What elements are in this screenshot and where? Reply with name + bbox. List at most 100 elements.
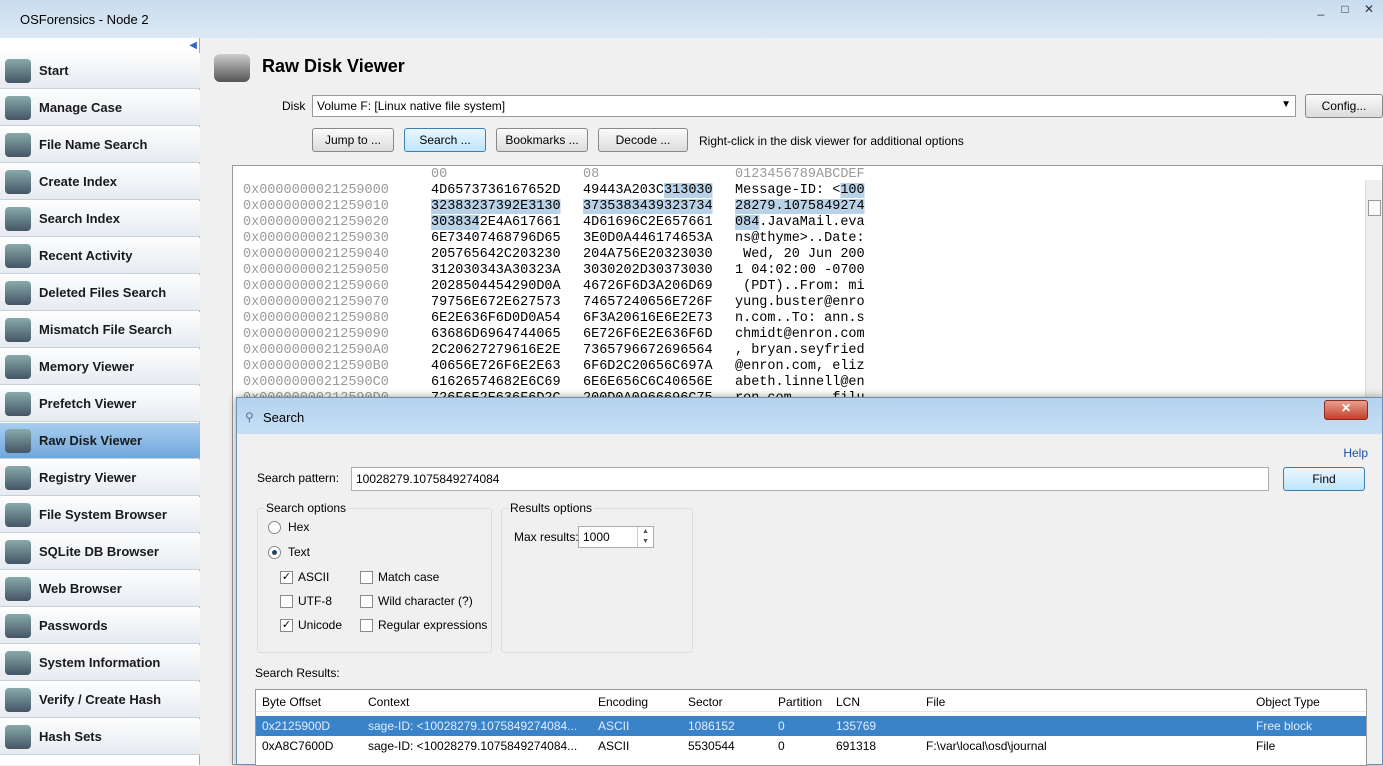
table-cell: F:\var\local\osd\journal xyxy=(926,739,1047,753)
hex-address: 0x0000000021259080 xyxy=(243,311,389,326)
column-header[interactable]: Sector xyxy=(688,695,723,709)
config-button[interactable]: Config... xyxy=(1305,94,1383,118)
wild-character-checkbox[interactable] xyxy=(360,595,373,608)
column-header[interactable]: Context xyxy=(368,695,409,709)
hash-sets-icon xyxy=(5,724,31,749)
search-pattern-input[interactable]: 10028279.1075849274084 xyxy=(351,467,1269,491)
sidebar-item-verify-create-hash[interactable]: Verify / Create Hash xyxy=(0,682,200,718)
hex-text: abeth.linnell@en xyxy=(735,375,865,390)
unicode-checkbox[interactable]: ✓ xyxy=(280,619,293,632)
sidebar-item-registry-viewer[interactable]: Registry Viewer xyxy=(0,460,200,496)
results-options-group: Results options Max results: 1000 ▲ ▼ xyxy=(501,501,693,653)
column-header[interactable]: File xyxy=(926,695,945,709)
recent-activity-icon xyxy=(5,243,31,268)
maximize-button[interactable]: □ xyxy=(1335,2,1355,20)
table-row[interactable]: 0xA8C7600D sage-ID: <10028279.10758492740… xyxy=(256,736,1366,756)
table-cell: ASCII xyxy=(598,739,630,753)
match-case-label: Match case xyxy=(378,570,440,584)
decode-button[interactable]: Decode ... xyxy=(598,128,688,152)
sidebar-item-label: File System Browser xyxy=(39,507,167,522)
search-button[interactable]: Search ... xyxy=(404,128,486,152)
column-header[interactable]: LCN xyxy=(836,695,860,709)
table-cell: 691318 xyxy=(836,739,877,753)
sidebar-item-label: Passwords xyxy=(39,618,108,633)
table-cell: 135769 xyxy=(836,719,877,733)
sidebar-item-prefetch-viewer[interactable]: Prefetch Viewer xyxy=(0,386,200,422)
page-title: Raw Disk Viewer xyxy=(262,56,405,76)
hex-bytes-8: 6F6D2C20656C697A xyxy=(583,359,713,374)
regex-checkbox[interactable] xyxy=(360,619,373,632)
sidebar-item-recent-activity[interactable]: Recent Activity xyxy=(0,238,200,274)
sidebar-item-create-index[interactable]: Create Index xyxy=(0,164,200,200)
hex-address: 0x0000000021259090 xyxy=(243,327,389,342)
text-radio[interactable] xyxy=(268,546,281,559)
bookmarks-button[interactable]: Bookmarks ... xyxy=(496,128,588,152)
utf8-checkbox[interactable] xyxy=(280,595,293,608)
scroll-thumb[interactable] xyxy=(1368,200,1381,216)
sidebar-item-hash-sets[interactable]: Hash Sets xyxy=(0,719,200,755)
key-icon xyxy=(5,613,31,638)
ascii-checkbox[interactable]: ✓ xyxy=(280,571,293,584)
hash-icon xyxy=(5,687,31,712)
table-row[interactable]: 0x2125900D sage-ID: <10028279.10758492740… xyxy=(256,716,1366,736)
table-cell: 0x2125900D xyxy=(262,719,331,733)
sidebar-item-web-browser[interactable]: Web Browser xyxy=(0,571,200,607)
sidebar-item-deleted-files-search[interactable]: Deleted Files Search xyxy=(0,275,200,311)
hex-address: 0x0000000021259020 xyxy=(243,215,389,230)
case-icon xyxy=(5,95,31,120)
max-results-stepper[interactable]: 1000 ▲ ▼ xyxy=(578,526,654,548)
hex-address: 0x0000000021259010 xyxy=(243,199,389,214)
find-button[interactable]: Find xyxy=(1283,467,1365,491)
system-icon xyxy=(5,650,31,675)
minimize-button[interactable]: _ xyxy=(1311,2,1331,20)
sidebar-item-file-system-browser[interactable]: File System Browser xyxy=(0,497,200,533)
table-cell: 0xA8C7600D xyxy=(262,739,334,753)
sidebar-item-sqlite-db-browser[interactable]: SQLite DB Browser xyxy=(0,534,200,570)
dialog-close-button[interactable]: ✕ xyxy=(1324,400,1368,420)
close-button[interactable]: ✕ xyxy=(1359,2,1379,20)
sidebar-item-start[interactable]: Start xyxy=(0,53,200,89)
sidebar-item-label: SQLite DB Browser xyxy=(39,544,159,559)
sidebar-item-label: Hash Sets xyxy=(39,729,102,744)
sidebar-item-manage-case[interactable]: Manage Case xyxy=(0,90,200,126)
column-header[interactable]: Partition xyxy=(778,695,822,709)
hex-bytes-0: 6E73407468796D65 xyxy=(431,231,561,246)
hex-radio[interactable] xyxy=(268,521,281,534)
sidebar-item-label: Start xyxy=(39,63,69,78)
mismatch-icon xyxy=(5,317,31,342)
column-header[interactable]: Object Type xyxy=(1256,695,1320,709)
sidebar-item-search-index[interactable]: Search Index xyxy=(0,201,200,237)
sidebar-item-passwords[interactable]: Passwords xyxy=(0,608,200,644)
table-cell: ASCII xyxy=(598,719,630,733)
hex-address: 0x0000000021259000 xyxy=(243,183,389,198)
hex-text: 084.JavaMail.eva xyxy=(735,215,865,230)
hex-bytes-8: 74657240656E726F xyxy=(583,295,713,310)
results-table: Byte Offset Context Encoding Sector Partitio… xyxy=(255,689,1367,766)
column-header[interactable]: Encoding xyxy=(598,695,648,709)
collapse-sidebar-icon[interactable]: ◀ xyxy=(189,40,197,51)
sidebar-item-mismatch-file-search[interactable]: Mismatch File Search xyxy=(0,312,200,348)
sidebar-item-raw-disk-viewer[interactable]: Raw Disk Viewer xyxy=(0,423,200,459)
wild-character-label: Wild character (?) xyxy=(378,594,473,608)
column-header[interactable]: Byte Offset xyxy=(262,695,321,709)
match-case-checkbox[interactable] xyxy=(360,571,373,584)
database-icon xyxy=(5,539,31,564)
hint-text: Right-click in the disk viewer for addit… xyxy=(699,134,964,148)
hex-bytes-0: 63686D6964744065 xyxy=(431,327,561,342)
hex-text: (PDT)..From: mi xyxy=(735,279,865,294)
hex-bytes-0: 6E2E636F6D0D0A54 xyxy=(431,311,561,326)
search-results-label: Search Results: xyxy=(255,666,340,680)
hex-bytes-0: 2C20627279616E2E xyxy=(431,343,561,358)
sidebar-item-memory-viewer[interactable]: Memory Viewer xyxy=(0,349,200,385)
disk-select[interactable]: Volume F: [Linux native file system] ▼ xyxy=(312,95,1296,117)
sidebar-item-system-information[interactable]: System Information xyxy=(0,645,200,681)
results-options-label: Results options xyxy=(508,501,595,515)
jump-to-button[interactable]: Jump to ... xyxy=(312,128,394,152)
spin-arrows-icon[interactable]: ▲ ▼ xyxy=(637,527,653,547)
sidebar-item-file-name-search[interactable]: File Name Search xyxy=(0,127,200,163)
hex-header-00: 00 xyxy=(431,167,448,182)
help-link[interactable]: Help xyxy=(1343,446,1368,460)
window-title: OSForensics - Node 2 xyxy=(20,12,149,27)
table-cell: 0 xyxy=(778,719,785,733)
regex-label: Regular expressions xyxy=(378,618,488,632)
